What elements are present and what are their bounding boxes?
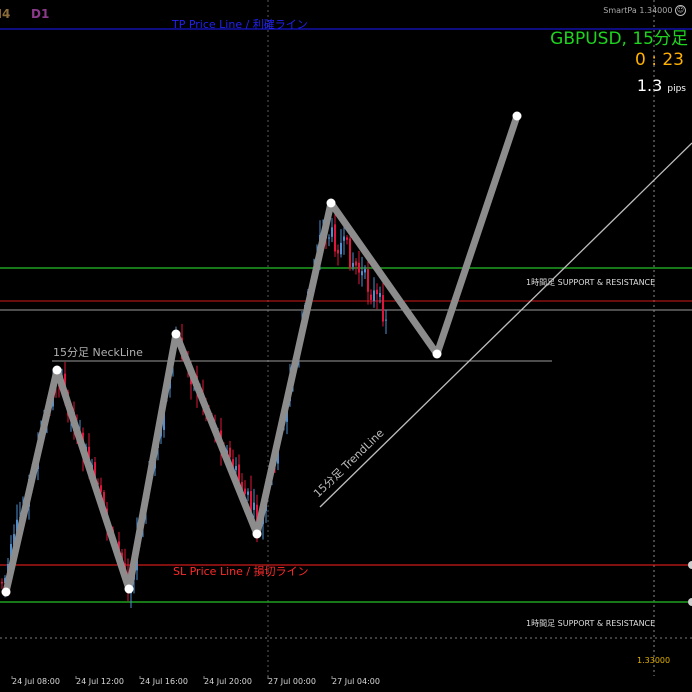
sr-label-lower: 1時間足 SUPPORT & RESISTANCE bbox=[526, 619, 655, 628]
candle-body bbox=[379, 293, 381, 297]
timeframe-h4-button[interactable]: H4 bbox=[0, 7, 10, 21]
zigzag-node[interactable] bbox=[124, 584, 134, 594]
brand-label: SmartPa bbox=[603, 6, 637, 15]
timeframe-d1-button[interactable]: D1 bbox=[31, 7, 49, 21]
candle-body bbox=[331, 227, 333, 237]
candle-body bbox=[229, 447, 231, 458]
candle-body bbox=[247, 491, 249, 495]
trendline[interactable] bbox=[319, 142, 692, 508]
trendline-label: 15分足 TrendLine bbox=[311, 426, 387, 500]
time-axis-label: 24 Jul 12:00 bbox=[76, 677, 124, 686]
candle-body bbox=[343, 236, 345, 241]
candle-body bbox=[328, 237, 330, 239]
candle-body bbox=[1, 581, 3, 584]
candle-body bbox=[334, 224, 336, 252]
candlestick-series bbox=[1, 213, 387, 609]
spread-unit: pips bbox=[667, 84, 686, 94]
price-axis-low-label: 1.33000 bbox=[637, 656, 670, 665]
candle-body bbox=[358, 262, 360, 273]
price-top-label: 1.34000 bbox=[639, 6, 673, 15]
candle-body bbox=[253, 502, 255, 510]
price-marker bbox=[688, 561, 692, 569]
zigzag-node[interactable] bbox=[432, 349, 442, 359]
time-axis-label: 24 Jul 20:00 bbox=[204, 677, 252, 686]
spread-display: 1.3 pips bbox=[637, 76, 686, 95]
candle-body bbox=[373, 290, 375, 301]
candle-body bbox=[376, 289, 378, 295]
zigzag-node[interactable] bbox=[171, 329, 181, 339]
zigzag-node[interactable] bbox=[512, 111, 522, 121]
time-axis: 24 Jul 08:00 24 Jul 12:00 24 Jul 16:00 24 J… bbox=[11, 676, 380, 686]
candle-body bbox=[370, 294, 372, 300]
symbol-title: GBPUSD, 15分足 bbox=[550, 29, 688, 49]
candle-body bbox=[340, 242, 342, 255]
time-axis-label: 27 Jul 04:00 bbox=[332, 677, 380, 686]
candle-body bbox=[385, 319, 387, 321]
spread-value: 1.3 bbox=[636, 76, 663, 95]
tp-line-label: TP Price Line / 利確ライン bbox=[171, 17, 308, 31]
candle-body bbox=[361, 271, 363, 276]
time-axis-label: 27 Jul 00:00 bbox=[268, 677, 316, 686]
zigzag-node[interactable] bbox=[1, 587, 11, 597]
candle-body bbox=[355, 261, 357, 266]
candle-body bbox=[367, 269, 369, 292]
header-brand-row: SmartPa 1.34000 ☺ bbox=[603, 5, 686, 16]
smiley-icon[interactable]: ☺ bbox=[675, 5, 686, 16]
zigzag-node[interactable] bbox=[52, 365, 62, 375]
zigzag-node[interactable] bbox=[252, 529, 262, 539]
candle-body bbox=[349, 238, 351, 269]
candle-body bbox=[346, 237, 348, 240]
time-axis-label: 24 Jul 16:00 bbox=[140, 677, 188, 686]
candle-body bbox=[337, 249, 339, 254]
time-axis-label: 24 Jul 08:00 bbox=[12, 677, 60, 686]
candle-body bbox=[382, 295, 384, 322]
candle-body bbox=[244, 488, 246, 495]
candle-body bbox=[235, 466, 237, 471]
sl-line-label: SL Price Line / 損切ライン bbox=[173, 564, 309, 578]
candle-body bbox=[352, 262, 354, 267]
candle-body bbox=[364, 269, 366, 273]
price-chart[interactable]: TP Price Line / 利確ライン 1時間足 SUPPORT & RES… bbox=[0, 0, 692, 692]
zigzag-node[interactable] bbox=[326, 198, 336, 208]
neckline-label: 15分足 NeckLine bbox=[53, 346, 143, 359]
price-marker bbox=[688, 598, 692, 606]
candle-countdown: 0 : 23 bbox=[635, 50, 684, 70]
